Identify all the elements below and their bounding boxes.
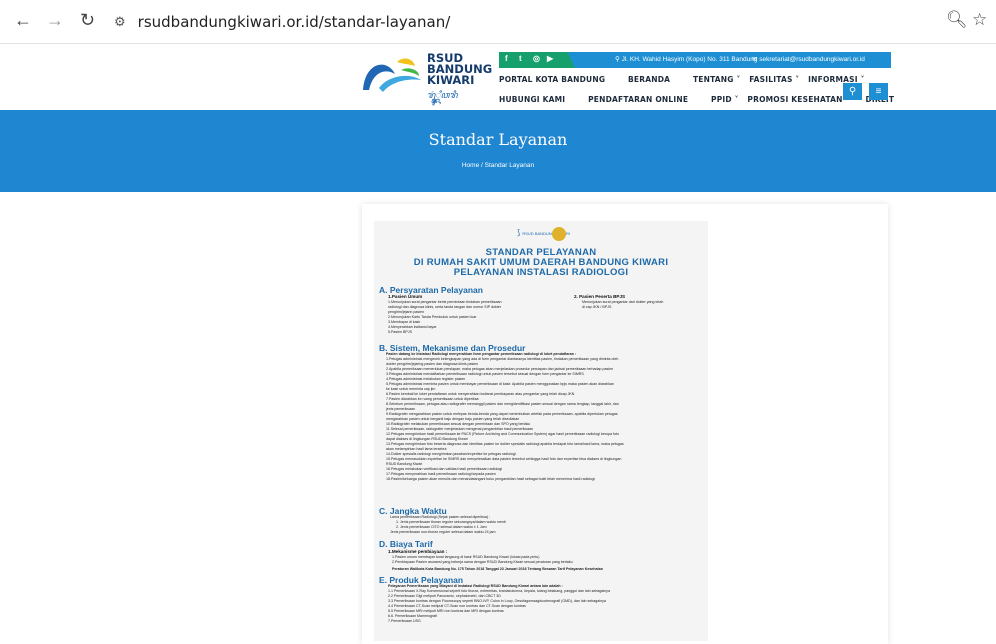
main-menu-bottom: HUBUNGI KAMI PENDAFTARAN ONLINE PPID ˅ P…: [499, 95, 894, 104]
address-text: ⚲ Jl. KH. Wahid Hasyim (Kopo) No. 311 Ba…: [615, 56, 758, 63]
poster-section-d: D. Biaya Tarif: [379, 539, 433, 549]
poster-e-list: Pelayanan Pemeriksaan yang dilayani di I…: [388, 584, 610, 624]
poster-e-line: 7.Pemeriksaan USG: [388, 619, 421, 623]
menu-pendaftaran-online[interactable]: PENDAFTARAN ONLINE: [588, 95, 688, 104]
poster-a-line: 5.Pasien BPJS: [388, 330, 412, 334]
menu-beranda[interactable]: BERANDA: [628, 75, 670, 84]
poster-a-right-line: di cap JKN / BPJS: [582, 305, 612, 309]
poster-d-line: Peraturan Walikota Kota Bandung No. 175 …: [392, 567, 603, 571]
menu-button[interactable]: ≡: [869, 83, 888, 100]
page-hero-banner: [0, 110, 996, 192]
logo-line-3: KIWARI: [427, 73, 475, 87]
poster-a-sub1: 1.Pasien Umum: [388, 294, 423, 299]
main-menu-top: PORTAL KOTA BANDUNG BERANDA TENTANG ˅ FA…: [499, 75, 865, 84]
logo-script-text: ꦫꦸꦁ꧀ꦏꦶꦮꦫꦶ: [427, 90, 458, 100]
poster-b-line: 8.Sebelum pemeriksaan, petugas atau radi…: [386, 402, 619, 406]
email-value[interactable]: sekretariat@rsudbandungkiwari.or.id: [759, 56, 865, 63]
menu-ppid[interactable]: PPID ˅: [711, 95, 739, 104]
logo-wordmark: RSUD BANDUNG KIWARI: [427, 52, 492, 87]
page-title: Standar Layanan: [428, 130, 568, 149]
menu-portal-kota-bandung[interactable]: PORTAL KOTA BANDUNG: [499, 75, 605, 84]
poster-d-list: 1.Pasien umum membayar tunai langsung di…: [392, 555, 603, 572]
facebook-icon[interactable]: f: [505, 54, 508, 63]
poster-c-list: Lama pemeriksaan Radiologi (Sejak pasien…: [390, 515, 506, 535]
youtube-icon[interactable]: ▶: [547, 54, 553, 63]
poster-a-list: 1.Menunjukan surat pengantar berisi perm…: [388, 300, 501, 335]
menu-hubungi-kami[interactable]: HUBUNGI KAMI: [499, 95, 565, 104]
zoom-icon[interactable]: 🔍︎: [946, 10, 968, 30]
forward-arrow-icon[interactable]: →: [46, 10, 64, 31]
hamburger-icon: ≡: [875, 86, 882, 97]
search-icon: ⚲: [848, 86, 857, 97]
poster-b-line: 18.Pasien/keluarga pasien akan menulis d…: [386, 477, 595, 481]
menu-fasilitas[interactable]: FASILITAS ˅: [749, 75, 799, 84]
menu-promosi-kesehatan[interactable]: PROMOSI KESEHATAN: [747, 95, 842, 104]
reload-icon[interactable]: ↻: [80, 10, 95, 31]
search-button[interactable]: ⚲: [843, 83, 862, 100]
site-info-icon[interactable]: ⚙: [114, 14, 126, 30]
poster-title-3: PELAYANAN INSTALASI RADIOLOGI: [453, 267, 629, 278]
menu-tentang[interactable]: TENTANG ˅: [693, 75, 740, 84]
instagram-icon[interactable]: ◎: [533, 54, 540, 63]
browser-toolbar: ← → ↻ ⚙ rsudbandungkiwari.or.id/standar-…: [0, 0, 996, 44]
poster-a-sub2: 2. Pasien Peserta BPJS: [574, 294, 626, 299]
standar-pelayanan-poster: ⟆ RSUD BANDUNG KIWARI STANDAR PELAYANAN …: [374, 221, 708, 641]
address-bar[interactable]: ⚙ rsudbandungkiwari.or.id/standar-layana…: [114, 8, 934, 36]
poster-d-line: 2.Pembiayaan Pasien asuransi yang bekerj…: [392, 560, 573, 564]
twitter-icon[interactable]: t: [519, 54, 522, 63]
poster-b-list: Pasien datang ke Instalasi Radiologi men…: [386, 352, 624, 482]
poster-c-line: Jenis pemeriksaan non-thorax reguler sel…: [390, 530, 496, 534]
email-text[interactable]: ✉ sekretariat@rsudbandungkiwari.or.id: [752, 55, 865, 63]
bookmark-star-icon[interactable]: ☆: [972, 10, 987, 30]
address-value: Jl. KH. Wahid Hasyim (Kopo) No. 311 Band…: [621, 56, 758, 63]
poster-a-right-list: Menunjukan surat pengantar dari dokter y…: [582, 300, 663, 310]
url-text[interactable]: rsudbandungkiwari.or.id/standar-layanan/: [138, 13, 451, 31]
breadcrumb[interactable]: Home / Standar Layanan: [0, 162, 996, 169]
poster-d-sub: 1.Mekanisme pembiayaan :: [388, 549, 448, 554]
back-arrow-icon[interactable]: ←: [14, 10, 32, 31]
poster-seal-icon: [552, 227, 566, 241]
